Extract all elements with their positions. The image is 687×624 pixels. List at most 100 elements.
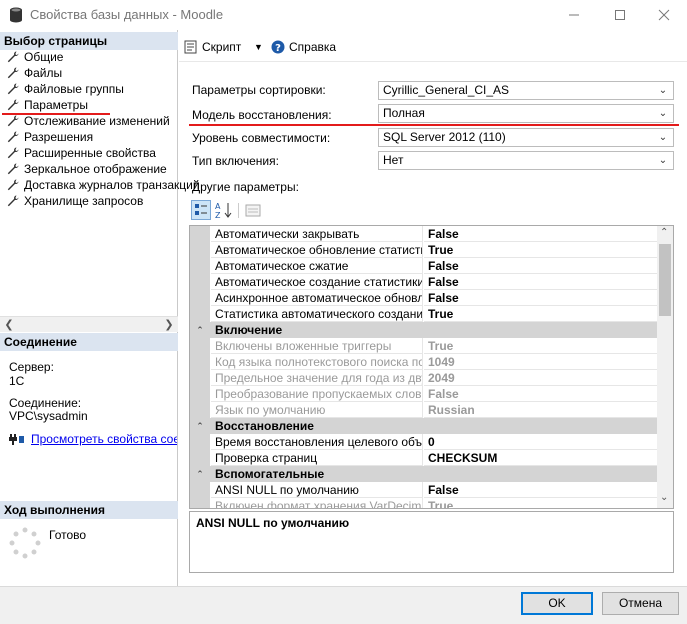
sidebar-item[interactable]: Параметры (7, 97, 88, 113)
close-button[interactable] (641, 0, 687, 30)
wrench-icon (7, 195, 19, 207)
nav-horizontal-scrollbar[interactable]: ❮ ❯ (0, 316, 178, 332)
grid-property-row[interactable]: Проверка страниц CHECKSUM (190, 450, 658, 466)
scroll-down-icon[interactable]: ⌄ (660, 492, 668, 503)
grid-property-row[interactable]: Асинхронное автоматическое обновление ст… (190, 290, 658, 306)
wrench-icon (7, 131, 19, 143)
grid-property-row[interactable]: Преобразование пропускаемых слов False (190, 386, 658, 402)
grid-scroll-thumb[interactable] (659, 244, 671, 316)
grid-row-gutter (190, 482, 210, 498)
grid-property-value[interactable]: 2049 (424, 370, 658, 386)
script-button[interactable]: Скрипт (184, 36, 241, 58)
help-label: Справка (289, 40, 337, 54)
grid-property-value[interactable]: Russian (424, 402, 658, 418)
chevron-down-icon: ⌄ (658, 85, 668, 96)
collation-combo[interactable]: Cyrillic_General_CI_AS ⌄ (378, 81, 674, 100)
ok-button[interactable]: OK (521, 592, 593, 615)
grid-property-row[interactable]: Время восстановления целевого объекта (с… (190, 434, 658, 450)
sidebar-item[interactable]: Хранилище запросов (7, 193, 143, 209)
sidebar-item[interactable]: Расширенные свойства (7, 145, 156, 161)
compat-level-combo[interactable]: SQL Server 2012 (110) ⌄ (378, 128, 674, 147)
collapse-icon[interactable]: ⌃ (195, 325, 205, 335)
categorized-view-button[interactable] (191, 200, 211, 220)
containment-combo[interactable]: Нет ⌄ (378, 151, 674, 170)
grid-property-name: Статистика автоматического создания (211, 306, 423, 322)
grid-property-row[interactable]: ANSI NULL по умолчанию False (190, 482, 658, 498)
sidebar-item[interactable]: Доставка журналов транзакций (7, 177, 200, 193)
wrench-icon (7, 147, 19, 159)
sidebar-item[interactable]: Файлы (7, 65, 62, 81)
grid-vertical-scrollbar[interactable]: ⌃ ⌄ (657, 226, 673, 508)
server-label: Сервер: (9, 360, 54, 374)
sidebar-item[interactable]: Общие (7, 49, 63, 65)
scroll-right-icon[interactable]: ❯ (162, 318, 176, 332)
view-connection-properties-link[interactable]: Просмотреть свойства соединения (31, 432, 177, 446)
recovery-model-value: Полная (383, 106, 425, 120)
grid-property-row[interactable]: Язык по умолчанию Russian (190, 402, 658, 418)
categorized-icon (195, 204, 207, 215)
help-button[interactable]: ? Справка (271, 36, 336, 58)
cancel-button[interactable]: Отмена (602, 592, 679, 615)
grid-property-value[interactable]: False (424, 258, 658, 274)
grid-property-row[interactable]: Включен формат хранения VarDecimal True (190, 498, 658, 508)
grid-property-row[interactable]: Статистика автоматического создания True (190, 306, 658, 322)
sidebar-item-label: Разрешения (24, 130, 94, 144)
collapse-icon[interactable]: ⌃ (195, 469, 205, 479)
sidebar-item[interactable]: Разрешения (7, 129, 93, 145)
grid-property-row[interactable]: Автоматически закрывать False (190, 226, 658, 242)
property-grid[interactable]: Автоматически закрывать False Автоматическ… (189, 225, 674, 509)
sidebar-item[interactable]: Файловые группы (7, 81, 124, 97)
svg-text:?: ? (275, 43, 281, 54)
chevron-down-icon: ⌄ (658, 155, 668, 166)
grid-property-value[interactable]: True (424, 338, 658, 354)
grid-property-row[interactable]: Включены вложенные триггеры True (190, 338, 658, 354)
grid-property-name: Проверка страниц (211, 450, 423, 466)
maximize-button[interactable] (597, 0, 643, 30)
grid-property-value[interactable]: False (424, 482, 658, 498)
grid-property-name: Включен формат хранения VarDecimal (211, 498, 423, 508)
script-dropdown-button[interactable]: ▼ (254, 36, 263, 58)
minimize-button[interactable] (551, 0, 597, 30)
grid-row-gutter (190, 242, 210, 258)
grid-property-value[interactable]: False (424, 386, 658, 402)
grid-category-row[interactable]: ⌃ Вспомогательные (190, 466, 658, 482)
sidebar-item[interactable]: Отслеживание изменений (7, 113, 170, 129)
collation-value: Cyrillic_General_CI_AS (383, 83, 510, 97)
recovery-model-combo[interactable]: Полная ⌄ (378, 104, 674, 123)
grid-property-value[interactable]: True (424, 498, 658, 508)
grid-property-row[interactable]: Код языка полнотекстового поиска по умол… (190, 354, 658, 370)
chevron-down-icon: ⌄ (658, 108, 668, 119)
sidebar-item[interactable]: Зеркальное отображение (7, 161, 167, 177)
grid-property-value[interactable]: False (424, 274, 658, 290)
scroll-up-icon[interactable]: ⌃ (660, 227, 668, 238)
grid-property-value[interactable]: False (424, 226, 658, 242)
grid-row-gutter (190, 306, 210, 322)
connection-header: Соединение (0, 333, 178, 351)
grid-category-row[interactable]: ⌃ Восстановление (190, 418, 658, 434)
scroll-left-icon[interactable]: ❮ (2, 318, 16, 332)
alphabetical-view-button[interactable]: A Z (214, 201, 234, 220)
collapse-icon[interactable]: ⌃ (195, 421, 205, 431)
grid-property-value[interactable]: 0 (424, 434, 658, 450)
grid-property-value[interactable]: True (424, 306, 658, 322)
grid-property-name: Предельное значение для года из двух циф… (211, 370, 423, 386)
grid-property-value[interactable]: 1049 (424, 354, 658, 370)
grid-property-row[interactable]: Автоматическое создание статистики с доб… (190, 274, 658, 290)
sidebar-item-label: Параметры (24, 98, 88, 112)
compat-level-label: Уровень совместимости: (192, 131, 331, 145)
grid-property-row[interactable]: Автоматическое сжатие False (190, 258, 658, 274)
grid-category-row[interactable]: ⌃ Включение (190, 322, 658, 338)
grid-property-value[interactable]: True (424, 242, 658, 258)
grid-property-row[interactable]: Предельное значение для года из двух циф… (190, 370, 658, 386)
sidebar-item-label: Доставка журналов транзакций (24, 178, 200, 192)
grid-property-value[interactable]: False (424, 290, 658, 306)
maximize-icon (615, 10, 625, 20)
other-options-label: Другие параметры: (192, 180, 299, 194)
grid-property-value[interactable]: CHECKSUM (424, 450, 658, 466)
grid-row-gutter (190, 450, 210, 466)
grid-property-row[interactable]: Автоматическое обновление статистики True (190, 242, 658, 258)
sidebar-item-label: Хранилище запросов (24, 194, 144, 208)
property-pages-button[interactable] (244, 201, 264, 219)
grid-property-name: Код языка полнотекстового поиска по умол… (211, 354, 423, 370)
grid-row-gutter (190, 370, 210, 386)
